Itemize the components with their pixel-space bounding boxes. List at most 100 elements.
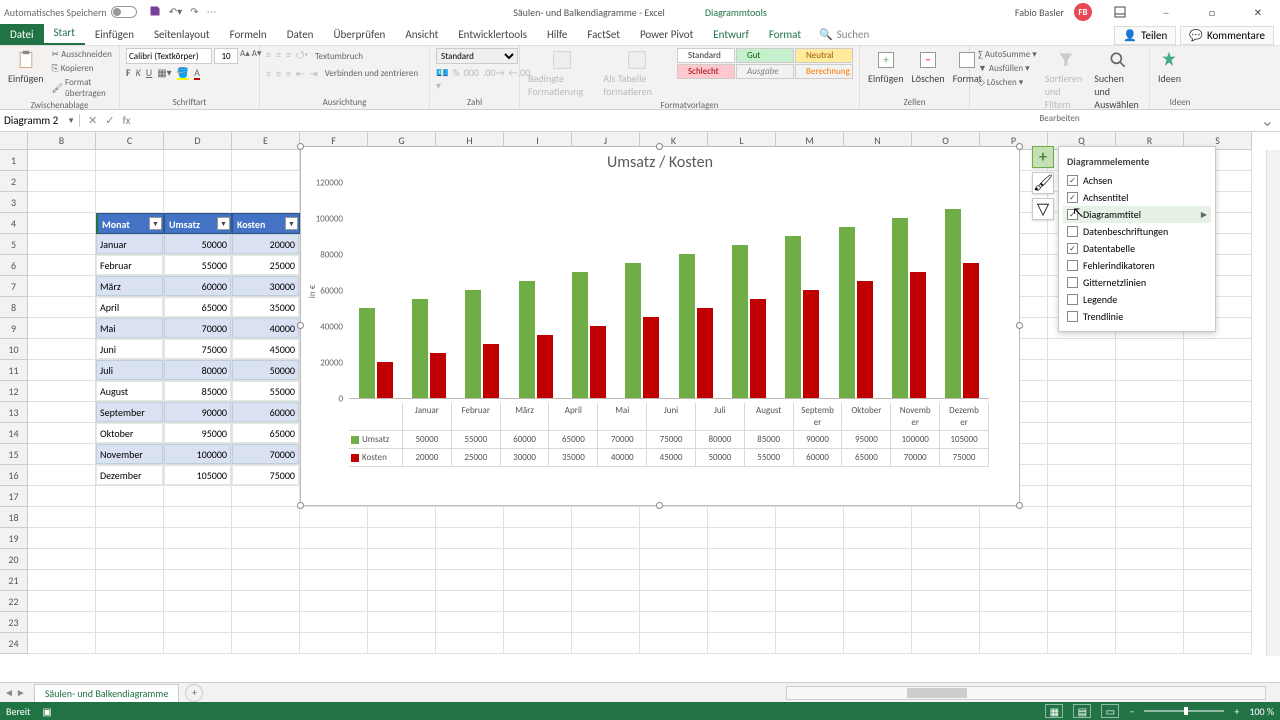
- bar[interactable]: [537, 335, 553, 398]
- cell[interactable]: [844, 507, 912, 528]
- tab-file[interactable]: Datei: [0, 24, 44, 45]
- checkbox[interactable]: ✓: [1067, 243, 1078, 254]
- cell[interactable]: [640, 633, 708, 654]
- cell[interactable]: [980, 612, 1048, 633]
- dec-inc-icon[interactable]: .00→: [483, 66, 505, 92]
- cell[interactable]: [572, 528, 640, 549]
- vertical-scrollbar[interactable]: [1266, 150, 1280, 656]
- checkbox[interactable]: ✓: [1067, 192, 1078, 203]
- cell[interactable]: [28, 150, 96, 171]
- bar[interactable]: [465, 290, 481, 398]
- clear-button[interactable]: ◇ Löschen ▾: [976, 76, 1039, 89]
- cell[interactable]: [300, 549, 368, 570]
- cell[interactable]: April: [96, 297, 164, 318]
- cell[interactable]: [164, 486, 232, 507]
- cell[interactable]: [844, 612, 912, 633]
- cell[interactable]: [980, 549, 1048, 570]
- font-size-input[interactable]: [214, 48, 238, 64]
- cell[interactable]: [1184, 633, 1252, 654]
- bar-group[interactable]: [936, 183, 989, 398]
- cell[interactable]: [232, 486, 300, 507]
- cell[interactable]: [844, 549, 912, 570]
- ribbon-options-icon[interactable]: [1102, 2, 1138, 22]
- cell[interactable]: [1184, 570, 1252, 591]
- font-color-button[interactable]: A: [194, 66, 200, 79]
- cell[interactable]: [164, 591, 232, 612]
- row-header[interactable]: 6: [0, 255, 28, 276]
- cell[interactable]: Juni: [96, 339, 164, 360]
- cell[interactable]: 90000: [164, 402, 232, 423]
- cell[interactable]: Umsatz▼: [164, 213, 232, 234]
- cell[interactable]: [1048, 465, 1116, 486]
- undo-icon[interactable]: ↶▾: [169, 5, 182, 20]
- row-header[interactable]: 24: [0, 633, 28, 654]
- cell[interactable]: [1184, 507, 1252, 528]
- merge-button[interactable]: Verbinden und zentrieren: [323, 67, 420, 80]
- tab-formeln[interactable]: Formeln: [220, 24, 277, 45]
- cell[interactable]: 105000: [164, 465, 232, 486]
- fill-button[interactable]: ▼ Ausfüllen ▾: [976, 62, 1039, 75]
- bar[interactable]: [785, 236, 801, 398]
- bar-group[interactable]: [829, 183, 882, 398]
- cancel-formula-icon[interactable]: ✕: [88, 114, 97, 127]
- cell[interactable]: 85000: [164, 381, 232, 402]
- tab-seitenlayout[interactable]: Seitenlayout: [144, 24, 220, 45]
- cell[interactable]: [1184, 549, 1252, 570]
- cell[interactable]: [640, 570, 708, 591]
- cell[interactable]: 75000: [164, 339, 232, 360]
- cell[interactable]: [844, 528, 912, 549]
- cell[interactable]: 75000: [232, 465, 300, 486]
- row-header[interactable]: 1: [0, 150, 28, 171]
- cell[interactable]: [232, 171, 300, 192]
- cell[interactable]: 55000: [232, 381, 300, 402]
- tab-scroll-left-icon[interactable]: ◄: [4, 686, 14, 699]
- chart-element-option[interactable]: ✓Achsen: [1063, 172, 1211, 189]
- cell[interactable]: [1048, 381, 1116, 402]
- cell[interactable]: [572, 549, 640, 570]
- comma-icon[interactable]: 000: [464, 66, 479, 92]
- filter-dropdown-icon[interactable]: ▼: [217, 217, 230, 230]
- delete-cells-button[interactable]: −Löschen: [910, 48, 947, 87]
- add-sheet-button[interactable]: +: [185, 684, 203, 702]
- row-header[interactable]: 12: [0, 381, 28, 402]
- cell[interactable]: 60000: [232, 402, 300, 423]
- cell[interactable]: [776, 507, 844, 528]
- row-header[interactable]: 2: [0, 171, 28, 192]
- row-header[interactable]: 10: [0, 339, 28, 360]
- row-header[interactable]: 20: [0, 549, 28, 570]
- cell[interactable]: [96, 633, 164, 654]
- cell[interactable]: [164, 192, 232, 213]
- column-header[interactable]: D: [164, 132, 232, 150]
- cell[interactable]: [232, 549, 300, 570]
- autosave-toggle[interactable]: Automatisches Speichern: [4, 6, 137, 19]
- cell[interactable]: [912, 591, 980, 612]
- cell[interactable]: [572, 570, 640, 591]
- cell[interactable]: [708, 633, 776, 654]
- cell[interactable]: [504, 570, 572, 591]
- cell[interactable]: [1048, 360, 1116, 381]
- cell[interactable]: [1116, 381, 1184, 402]
- cell[interactable]: 45000: [232, 339, 300, 360]
- cell[interactable]: [1116, 360, 1184, 381]
- bar-group[interactable]: [509, 183, 562, 398]
- chart-title[interactable]: Umsatz / Kosten: [301, 147, 1019, 174]
- cell[interactable]: [912, 570, 980, 591]
- cell[interactable]: [436, 549, 504, 570]
- cell[interactable]: [1184, 339, 1252, 360]
- cell[interactable]: [640, 591, 708, 612]
- cell[interactable]: [28, 171, 96, 192]
- chart-element-option[interactable]: ✓Datentabelle: [1063, 240, 1211, 257]
- cell[interactable]: [436, 633, 504, 654]
- chart-filter-button[interactable]: ▽: [1032, 198, 1054, 220]
- cell[interactable]: 40000: [232, 318, 300, 339]
- chart-styles-button[interactable]: 🖌: [1032, 172, 1054, 194]
- cell[interactable]: 65000: [164, 297, 232, 318]
- cell[interactable]: [368, 549, 436, 570]
- checkbox[interactable]: ✓: [1067, 209, 1078, 220]
- bar[interactable]: [750, 299, 766, 398]
- cell[interactable]: [1116, 633, 1184, 654]
- cell[interactable]: [1116, 570, 1184, 591]
- chart-elements-button[interactable]: +: [1032, 146, 1054, 168]
- cut-button[interactable]: ✂ Ausschneiden: [50, 48, 114, 61]
- chart-plot-area[interactable]: [349, 183, 989, 399]
